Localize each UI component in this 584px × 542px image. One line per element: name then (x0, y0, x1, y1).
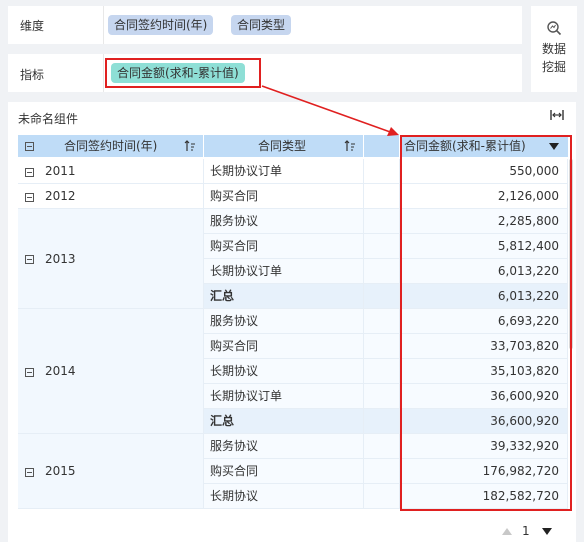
amount-cell: 39,332,920 (400, 434, 568, 459)
column-header-spacer (364, 135, 400, 157)
dimension-pill-type[interactable]: 合同类型 (231, 15, 292, 35)
year-cell: 2012 (18, 184, 204, 209)
type-cell: 购买合同 (204, 234, 364, 259)
collapse-icon[interactable] (25, 367, 34, 377)
spacer-cell (364, 484, 400, 509)
dimension-label: 维度 (20, 19, 45, 33)
metric-pill-amount[interactable]: 合同金额(求和-累计值) (111, 63, 245, 83)
sort-icon[interactable] (184, 140, 196, 152)
amount-cell: 176,982,720 (400, 459, 568, 484)
collapse-icon[interactable] (25, 167, 34, 177)
type-cell: 购买合同 (204, 184, 364, 209)
collapse-icon[interactable] (25, 192, 34, 202)
type-cell: 长期协议订单 (204, 384, 364, 409)
expand-width-icon[interactable] (550, 109, 564, 121)
column-header-amount[interactable]: 合同金额(求和-累计值) (400, 135, 568, 157)
column-header-type[interactable]: 合同类型 (204, 135, 364, 157)
collapse-all-icon[interactable] (25, 142, 34, 151)
table-body: 2011 长期协议订单 550,000 2012 购买合同 2,126,000 2013 服务… (18, 159, 568, 512)
year-cell: 2011 (18, 159, 204, 184)
type-cell: 长期协议 (204, 359, 364, 384)
collapse-icon[interactable] (25, 467, 34, 477)
current-page: 1 (522, 524, 530, 538)
subtotal-label: 汇总 (204, 409, 364, 434)
spacer-cell (364, 159, 400, 184)
dimension-pill-year[interactable]: 合同签约时间(年) (108, 15, 214, 35)
amount-cell: 2,126,000 (400, 184, 568, 209)
amount-cell: 182,582,720 (400, 484, 568, 509)
table-component: 未命名组件 合同签约时间(年) 合同类型 合同金额(求和-累计值) 2011 长… (8, 102, 576, 542)
vertical-scrollbar[interactable] (569, 159, 573, 349)
subtotal-amount: 6,013,220 (400, 284, 568, 309)
spacer-cell (364, 459, 400, 484)
metric-panel: 指标 合同金额(求和-累计值) (8, 54, 522, 92)
year-label: 2015 (45, 464, 76, 478)
spacer-cell (364, 359, 400, 384)
column-header-amount-label: 合同金额(求和-累计值) (404, 139, 526, 153)
spacer-cell (364, 309, 400, 334)
amount-cell: 550,000 (400, 159, 568, 184)
data-mining-label-2: 挖掘 (541, 60, 566, 74)
type-cell: 长期协议订单 (204, 259, 364, 284)
dimension-panel: 维度 合同签约时间(年) 合同类型 (8, 6, 522, 44)
spacer-cell (364, 259, 400, 284)
type-cell: 购买合同 (204, 334, 364, 359)
column-header-year-label: 合同签约时间(年) (64, 139, 158, 153)
sort-icon[interactable] (344, 140, 356, 152)
subtotal-label: 汇总 (204, 284, 364, 309)
metric-label: 指标 (20, 68, 45, 82)
subtotal-amount: 36,600,920 (400, 409, 568, 434)
spacer-cell (364, 184, 400, 209)
year-cell: 2014 (18, 309, 204, 434)
spacer-cell (364, 234, 400, 259)
amount-cell: 5,812,400 (400, 234, 568, 259)
year-label: 2013 (45, 252, 76, 266)
magnify-chart-icon (547, 21, 562, 36)
component-title: 未命名组件 (18, 112, 79, 126)
amount-cell: 2,285,800 (400, 209, 568, 234)
column-header-type-label: 合同类型 (258, 139, 307, 153)
divider (103, 54, 104, 92)
divider (103, 6, 104, 44)
collapse-icon[interactable] (25, 255, 34, 264)
spacer-cell (364, 284, 400, 309)
type-cell: 服务协议 (204, 309, 364, 334)
type-cell: 购买合同 (204, 459, 364, 484)
spacer-cell (364, 434, 400, 459)
data-mining-label-1: 数据 (541, 42, 566, 56)
spacer-cell (364, 384, 400, 409)
amount-cell: 35,103,820 (400, 359, 568, 384)
amount-cell: 6,693,220 (400, 309, 568, 334)
spacer-cell (364, 209, 400, 234)
page-up-icon[interactable] (502, 528, 512, 536)
type-cell: 服务协议 (204, 209, 364, 234)
amount-cell: 33,703,820 (400, 334, 568, 359)
type-cell: 长期协议订单 (204, 159, 364, 184)
year-label: 2011 (45, 164, 76, 178)
amount-cell: 6,013,220 (400, 259, 568, 284)
data-mining-button[interactable]: 数据 挖掘 (531, 6, 577, 92)
year-label: 2012 (45, 189, 76, 203)
dropdown-icon[interactable] (549, 143, 559, 151)
type-cell: 长期协议 (204, 484, 364, 509)
page-down-icon[interactable] (542, 528, 552, 536)
year-cell: 2013 (18, 209, 204, 309)
column-header-year[interactable]: 合同签约时间(年) (18, 135, 204, 157)
year-label: 2014 (45, 364, 76, 378)
type-cell: 服务协议 (204, 434, 364, 459)
spacer-cell (364, 334, 400, 359)
year-cell: 2015 (18, 434, 204, 509)
spacer-cell (364, 409, 400, 434)
amount-cell: 36,600,920 (400, 384, 568, 409)
